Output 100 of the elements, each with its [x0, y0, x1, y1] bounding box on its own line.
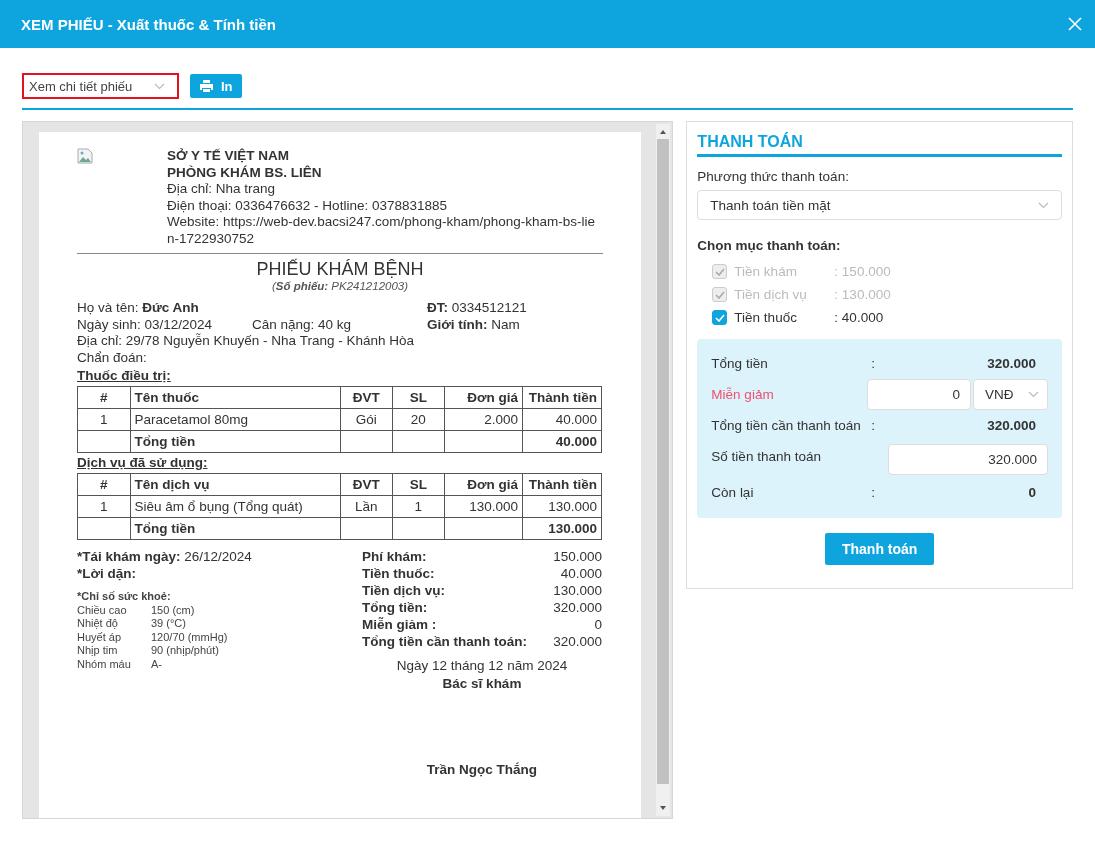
- payment-amount-field[interactable]: 320.000: [888, 443, 1048, 475]
- discount-field[interactable]: 0: [867, 379, 971, 410]
- health-label: Chiều cao: [77, 603, 128, 617]
- summary-value: 130.000: [553, 582, 602, 599]
- health-value: 120/70 (mmHg): [151, 630, 229, 644]
- table-cell: Lần: [340, 495, 393, 518]
- summary-value: 40.000: [560, 565, 602, 582]
- checkbox[interactable]: [712, 310, 728, 325]
- table-cell: 40.000: [522, 430, 602, 453]
- health-value: A-: [151, 657, 163, 671]
- health-label: Nhóm máu: [77, 657, 132, 671]
- payment-method-select[interactable]: Thanh toán tiền mặt: [697, 190, 1062, 220]
- column-header: ĐVT: [340, 386, 393, 409]
- patient-address: Địa chỉ: 29/78 Nguyễn Khuyến - Nha Trang - Khánh Hòa: [77, 333, 415, 350]
- clinic-phone: Điện thoại: 0336476632 - Hotline: 0378831885: [167, 197, 448, 214]
- health-label: Nhịp tim: [77, 644, 119, 658]
- column-header: Tên dịch vụ: [130, 473, 341, 496]
- colon: :: [871, 418, 877, 433]
- section-heading: Thuốc điều trị:: [77, 367, 172, 385]
- chevron-down-icon: [154, 82, 165, 90]
- table-cell: Tổng tiền: [130, 517, 341, 540]
- doctor-title: Bác sĩ khám: [442, 676, 522, 691]
- table-cell: 130.000: [522, 517, 602, 540]
- payment-amount-label: Số tiền thanh toán: [711, 448, 822, 466]
- column-header: SL: [392, 473, 445, 496]
- column-header: #: [77, 473, 131, 496]
- summary-label: Tổng tiền:: [362, 599, 428, 616]
- checkbox-label: Tiền dịch vụ: [734, 287, 808, 302]
- chevron-down-icon: [1038, 201, 1049, 209]
- birth-date: Ngày sinh: 03/12/2024: [77, 316, 214, 333]
- table-cell: 1: [77, 495, 131, 518]
- health-label: Huyết áp: [77, 630, 123, 644]
- clinic-name: PHÒNG KHÁM BS. LIÊN: [167, 164, 323, 181]
- patient-gender: Giới tính: Nam: [427, 316, 521, 333]
- table-cell: 1: [392, 495, 445, 518]
- summary-label: Còn lại: [711, 484, 755, 502]
- column-header: Đơn giá: [444, 473, 523, 496]
- summary-label: Tiền thuốc:: [362, 565, 435, 582]
- table-cell: Siêu âm ổ bụng (Tổng quát): [130, 495, 341, 518]
- item-amount: : 130.000: [834, 287, 892, 302]
- revisit-label: *Tái khám ngày:: [77, 549, 181, 564]
- table-cell: Gói: [340, 408, 393, 431]
- table-cell: 130.000: [444, 495, 523, 518]
- column-header: ĐVT: [340, 473, 393, 496]
- checkbox-label: Tiền thuốc: [734, 310, 798, 325]
- summary-value: 320.000: [553, 599, 602, 616]
- revisit-date: 26/12/2024: [184, 549, 252, 564]
- summary-value: 0: [594, 616, 602, 633]
- close-icon[interactable]: [1068, 17, 1082, 31]
- summary-value: 320.000: [553, 633, 602, 650]
- currency-select[interactable]: VNĐ: [973, 379, 1048, 410]
- patient-weight: Cân nặng: 40 kg: [252, 316, 353, 333]
- diagnosis-label: Chẩn đoán:: [77, 349, 148, 366]
- summary-value: 320.000: [987, 356, 1037, 371]
- table-cell: Paracetamol 80mg: [130, 408, 341, 431]
- column-header: Tên thuốc: [130, 386, 341, 409]
- table-cell: 1: [77, 408, 131, 431]
- health-heading: *Chỉ số sức khoẻ:: [77, 590, 172, 604]
- checkbox-label: Tiền khám: [734, 264, 798, 279]
- section-heading: Dịch vụ đã sử dụng:: [77, 454, 209, 472]
- summary-label: Phí khám:: [362, 548, 427, 565]
- chevron-down-icon: [1028, 391, 1039, 398]
- colon: :: [871, 356, 877, 371]
- window-title: XEM PHIẾU - Xuất thuốc & Tính tiền: [21, 15, 276, 33]
- doctor-name: Trần Ngọc Thắng: [426, 762, 538, 777]
- signature-date: Ngày 12 tháng 12 năm 2024: [396, 658, 568, 673]
- view-select[interactable]: Xem chi tiết phiếu: [22, 73, 179, 99]
- health-value: 90 (nhịp/phút): [151, 644, 220, 658]
- printer-icon: [199, 79, 214, 93]
- organization-name: SỞ Y TẾ VIỆT NAM: [167, 148, 291, 165]
- summary-label: Tổng tiền: [711, 355, 769, 373]
- health-value: 39 (°C): [151, 617, 187, 631]
- summary-label: Tiền dịch vụ:: [362, 582, 445, 599]
- summary-label: Tổng tiền cần thanh toán: [711, 417, 862, 435]
- panel-title: THANH TOÁN: [697, 133, 1062, 157]
- table-cell: 20: [392, 408, 445, 431]
- health-value: 150 (cm): [151, 603, 196, 617]
- document-title: PHIẾU KHÁM BỆNH: [255, 258, 425, 280]
- item-amount: : 150.000: [834, 264, 892, 279]
- health-label: Nhiệt độ: [77, 617, 119, 631]
- discount-label: Miễn giảm: [711, 386, 775, 404]
- table-cell: Tổng tiền: [130, 430, 341, 453]
- column-header: Thành tiền: [522, 386, 602, 409]
- column-header: #: [77, 386, 131, 409]
- item-amount: : 40.000: [834, 310, 885, 325]
- colon: :: [871, 485, 877, 500]
- scrollbar[interactable]: [656, 124, 671, 816]
- broken-image-icon: [77, 148, 93, 164]
- receipt-number: (Số phiếu: PK241212003): [270, 280, 410, 292]
- table-cell: 2.000: [444, 408, 523, 431]
- summary-label: Miễn giảm :: [362, 616, 437, 633]
- column-header: Thành tiền: [522, 473, 602, 496]
- field-label: Phương thức thanh toán:: [697, 169, 850, 184]
- column-header: SL: [392, 386, 445, 409]
- clinic-address: Địa chỉ: Nha trang: [167, 181, 277, 198]
- table-cell: 130.000: [522, 495, 602, 518]
- summary-value: 150.000: [553, 548, 602, 565]
- table-cell: 40.000: [522, 408, 602, 431]
- summary-value: 320.000: [987, 418, 1037, 433]
- section-label: Chọn mục thanh toán:: [697, 238, 842, 253]
